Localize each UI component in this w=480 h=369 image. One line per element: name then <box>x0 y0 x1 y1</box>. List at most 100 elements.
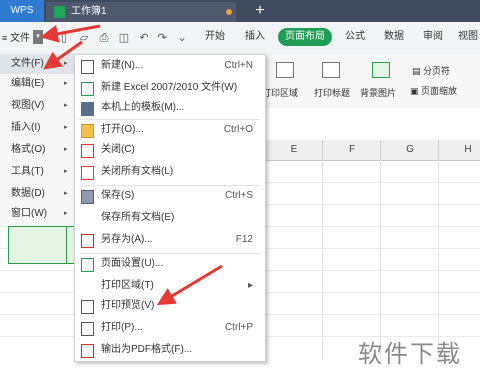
column-header-e[interactable]: E <box>264 140 323 160</box>
submenu-arrow-icon: ▸ <box>64 168 68 175</box>
tab-formulas[interactable]: 公式 <box>345 28 365 46</box>
save-icon <box>81 190 94 204</box>
print-icon <box>81 322 94 336</box>
submenu-arrow-icon: ▸ <box>64 210 68 217</box>
pdf-icon <box>81 344 94 358</box>
menu-item-label: 保存所有文档(E) <box>101 212 175 223</box>
document-tab[interactable]: 工作簿1 <box>46 2 236 22</box>
print-area-button[interactable]: 打印区域 <box>262 86 298 99</box>
menu-item-save-all[interactable]: 保存所有文档(E) <box>75 207 265 229</box>
redo-icon[interactable]: ↷ <box>156 32 168 44</box>
column-header-f[interactable]: F <box>322 140 381 160</box>
menu-item-label: 本机上的模板(M)... <box>101 102 185 113</box>
submenu-arrow-icon: ▸ <box>64 102 68 109</box>
page-zoom-icon: ▣ <box>410 86 419 96</box>
menu-item-close[interactable]: 关闭(C) <box>75 139 265 161</box>
tab-review[interactable]: 审阅 <box>423 28 443 46</box>
menu-item-new-excel[interactable]: 新建 Excel 2007/2010 文件(W) <box>75 77 265 99</box>
tab-data[interactable]: 数据 <box>384 28 404 46</box>
print-titles-icon <box>322 62 340 78</box>
shortcut-label: Ctrl+P <box>224 322 253 333</box>
main-menu-insert[interactable]: 插入(I) ▸ <box>0 118 74 138</box>
main-menu-file[interactable]: 文件(F) ▸ <box>0 54 74 74</box>
tab-view[interactable]: 视图 <box>458 28 478 46</box>
tab-home[interactable]: 开始 <box>205 28 225 46</box>
new-doc-icon <box>81 60 94 74</box>
page-zoom-button[interactable]: ▣ 页面缩放 <box>410 84 457 97</box>
tab-page-layout[interactable]: 页面布局 <box>278 28 332 46</box>
close-all-icon <box>81 166 94 180</box>
menu-item-label: 输出为PDF格式(F)... <box>101 344 193 355</box>
grid-line <box>380 160 381 360</box>
submenu-arrow-icon: ▸ <box>64 60 68 67</box>
menu-item-label: 页面设置(U)... <box>101 258 164 269</box>
menu-item-open[interactable]: 打开(O)... Ctrl+O <box>75 119 265 141</box>
menu-item-save[interactable]: 保存(S) Ctrl+S <box>75 185 265 207</box>
main-menu-label: 文件(F) <box>11 58 44 69</box>
menu-item-print-preview[interactable]: 打印预览(V) <box>75 295 265 317</box>
open-folder-icon <box>81 124 94 138</box>
selected-cell-range[interactable] <box>8 226 68 264</box>
menu-item-print[interactable]: 打印(P)... Ctrl+P <box>75 317 265 339</box>
main-menu-data[interactable]: 数据(D) ▸ <box>0 184 74 204</box>
menu-item-label: 关闭所有文档(L) <box>101 166 174 177</box>
shortcut-label: Ctrl+O <box>223 124 253 135</box>
grid-line <box>438 160 439 360</box>
main-menu-window[interactable]: 窗口(W) ▸ <box>0 204 74 224</box>
customize-icon[interactable]: ⌄ <box>176 32 188 44</box>
preview-quick-icon[interactable]: ◫ <box>118 32 130 44</box>
file-menu-button[interactable]: ≡ 文件 <box>2 28 32 48</box>
main-menu-format[interactable]: 格式(O) ▸ <box>0 140 74 160</box>
print-preview-icon <box>81 300 94 314</box>
new-tab-button[interactable]: + <box>250 0 270 22</box>
menu-item-label: 新建 Excel 2007/2010 文件(W) <box>101 82 238 93</box>
new-file-icon[interactable]: ▯ <box>58 32 70 44</box>
wps-home-tab[interactable]: WPS <box>0 0 44 22</box>
menu-item-label: 打印预览(V) <box>101 300 155 311</box>
submenu-arrow-icon: ▸ <box>64 80 68 87</box>
shortcut-label: Ctrl+S <box>224 190 253 201</box>
menu-item-label: 打印区域(T) <box>101 280 154 291</box>
print-quick-icon[interactable]: ⎙ <box>98 32 110 44</box>
page-break-button[interactable]: ▤ 分页符 <box>412 64 450 77</box>
page-break-icon: ▤ <box>412 66 421 76</box>
shortcut-label: F12 <box>235 234 253 245</box>
open-icon[interactable]: ▱ <box>78 32 90 44</box>
menu-item-close-all[interactable]: 关闭所有文档(L) <box>75 161 265 183</box>
file-dropdown-button[interactable]: ▾ <box>33 30 43 44</box>
submenu-arrow-icon: ▸ <box>64 190 68 197</box>
main-menu-view[interactable]: 视图(V) ▸ <box>0 96 74 116</box>
main-menu-label: 窗口(W) <box>11 208 48 219</box>
submenu-arrow-icon: ▸ <box>247 280 253 291</box>
main-menu-label: 工具(T) <box>11 166 44 177</box>
tab-insert[interactable]: 插入 <box>245 28 265 46</box>
menu-item-export-pdf[interactable]: 输出为PDF格式(F)... <box>75 339 265 361</box>
menu-item-new[interactable]: 新建(N)... Ctrl+N <box>75 55 265 77</box>
menu-item-save-as[interactable]: 另存为(A)... F12 <box>75 229 265 251</box>
main-menu-edit[interactable]: 编辑(E) ▸ <box>0 74 74 94</box>
main-menu-label: 格式(O) <box>11 144 46 155</box>
menu-item-template[interactable]: 本机上的模板(M)... <box>75 97 265 119</box>
classic-main-menu: 文件(F) ▸ 编辑(E) ▸ 视图(V) ▸ 插入(I) ▸ 格式(O) ▸ 工具(T)… <box>0 54 75 226</box>
new-excel-icon <box>81 82 94 96</box>
menu-item-label: 关闭(C) <box>101 144 135 155</box>
print-titles-button[interactable]: 打印标题 <box>314 86 350 99</box>
menu-item-print-area[interactable]: 打印区域(T) ▸ <box>75 275 265 297</box>
submenu-arrow-icon: ▸ <box>64 124 68 131</box>
grid-line <box>322 160 323 360</box>
main-menu-tools[interactable]: 工具(T) ▸ <box>0 162 74 182</box>
print-area-icon <box>276 62 294 78</box>
submenu-arrow-icon: ▸ <box>64 146 68 153</box>
undo-icon[interactable]: ↶ <box>138 32 150 44</box>
column-header-g[interactable]: G <box>380 140 439 160</box>
file-submenu: 新建(N)... Ctrl+N 新建 Excel 2007/2010 文件(W)… <box>74 54 266 362</box>
menu-item-page-setup[interactable]: 页面设置(U)... <box>75 253 265 275</box>
page-setup-icon <box>81 258 94 272</box>
save-as-icon <box>81 234 94 248</box>
shortcut-label: Ctrl+N <box>224 60 253 71</box>
column-header-h[interactable]: H <box>438 140 480 160</box>
main-menu-label: 视图(V) <box>11 100 45 111</box>
background-image-button[interactable]: 背景图片 <box>360 86 396 99</box>
main-menu-label: 插入(I) <box>11 122 41 133</box>
ribbon-tab-row: ≡ 文件 ▾ ▯ ▱ ⎙ ◫ ↶ ↷ ⌄ 开始 插入 页面布局 公式 数据 审阅… <box>0 22 480 55</box>
